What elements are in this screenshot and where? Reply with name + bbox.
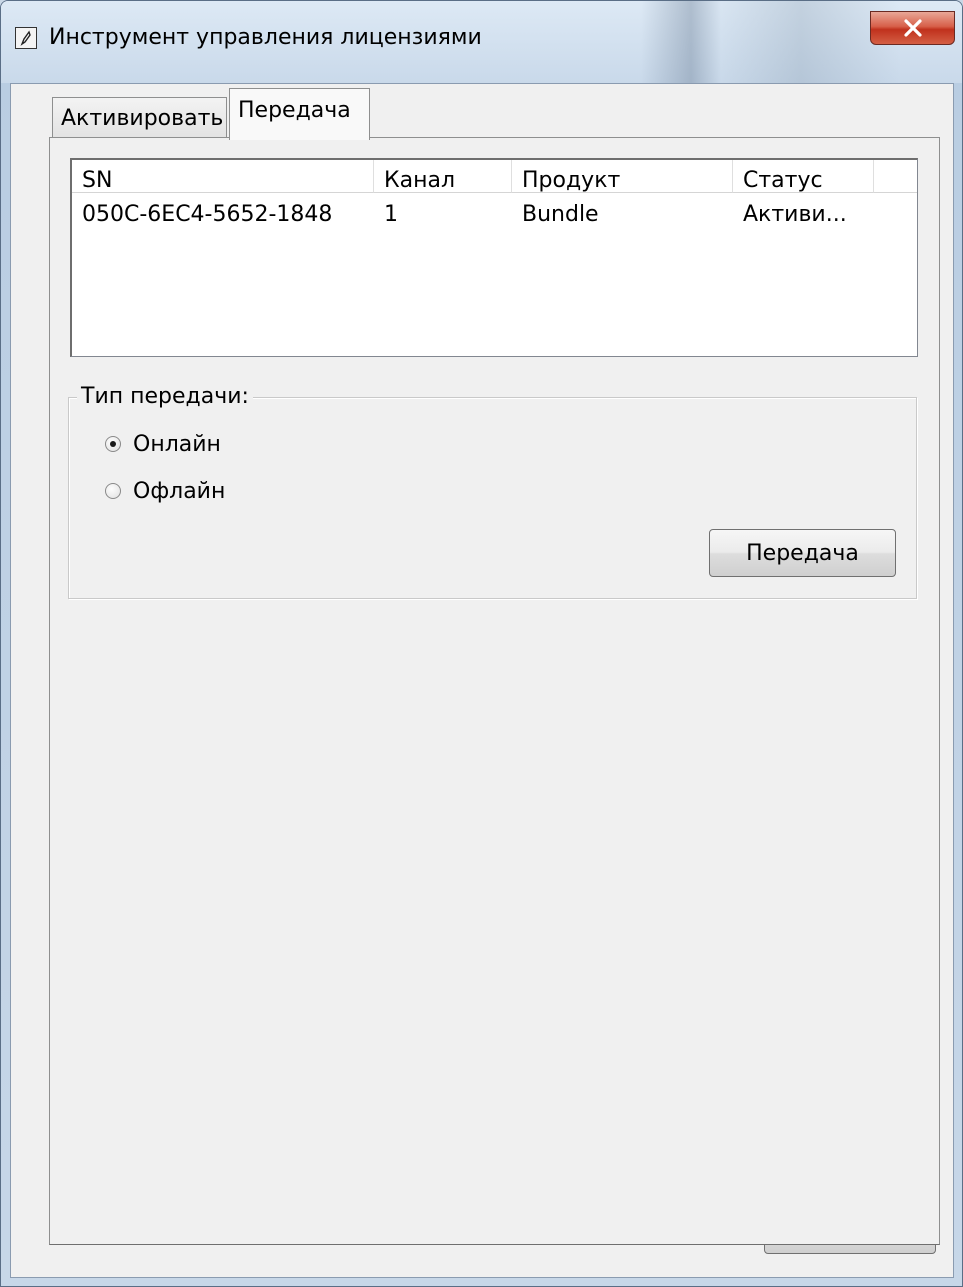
tab-transfer-label: Передача — [238, 98, 351, 123]
column-header-filler — [874, 160, 917, 193]
close-button[interactable] — [870, 11, 955, 45]
tab-activate[interactable]: Активировать — [52, 97, 227, 137]
cell-channel: 1 — [384, 202, 398, 227]
transfer-button[interactable]: Передача — [709, 529, 896, 577]
title-bar: Инструмент управления лицензиями — [1, 1, 962, 83]
app-key-icon — [15, 27, 37, 49]
window-title: Инструмент управления лицензиями — [49, 25, 482, 50]
column-header-channel[interactable]: Канал — [374, 160, 512, 193]
list-item[interactable]: 050C-6EC4-5652-1848 1 Bundle Активи... — [72, 194, 917, 234]
column-header-product[interactable]: Продукт — [512, 160, 733, 193]
column-header-label: Статус — [743, 168, 823, 193]
column-header-status[interactable]: Статус — [733, 160, 874, 193]
radio-selected-dot — [110, 441, 116, 447]
cell-status: Активи... — [743, 202, 847, 227]
column-header-label: SN — [82, 168, 113, 193]
cell-product: Bundle — [522, 202, 599, 227]
transfer-tab-panel: SN Канал Продукт Статус 050C-6EC4-5652-1… — [49, 137, 940, 1245]
list-header: SN Канал Продукт Статус — [72, 160, 917, 194]
license-list[interactable]: SN Канал Продукт Статус 050C-6EC4-5652-1… — [70, 158, 918, 357]
column-header-label: Канал — [384, 168, 456, 193]
column-header-label: Продукт — [522, 168, 621, 193]
radio-offline-label: Офлайн — [133, 479, 226, 504]
radio-offline-button[interactable] — [105, 483, 121, 499]
transfer-type-group: Тип передачи: Онлайн Офлайн Передача — [68, 384, 917, 599]
tab-activate-label: Активировать — [61, 106, 224, 131]
client-area: Активировать Передача SN Канал Продукт С… — [10, 83, 954, 1278]
transfer-type-legend: Тип передачи: — [77, 384, 253, 410]
tab-transfer[interactable]: Передача — [229, 88, 370, 140]
cell-sn: 050C-6EC4-5652-1848 — [82, 202, 333, 227]
license-manager-window: Инструмент управления лицензиями Активир… — [0, 0, 963, 1287]
close-icon — [904, 19, 922, 37]
radio-online-label: Онлайн — [133, 432, 221, 457]
radio-online-button[interactable] — [105, 436, 121, 452]
column-header-sn[interactable]: SN — [72, 160, 374, 193]
